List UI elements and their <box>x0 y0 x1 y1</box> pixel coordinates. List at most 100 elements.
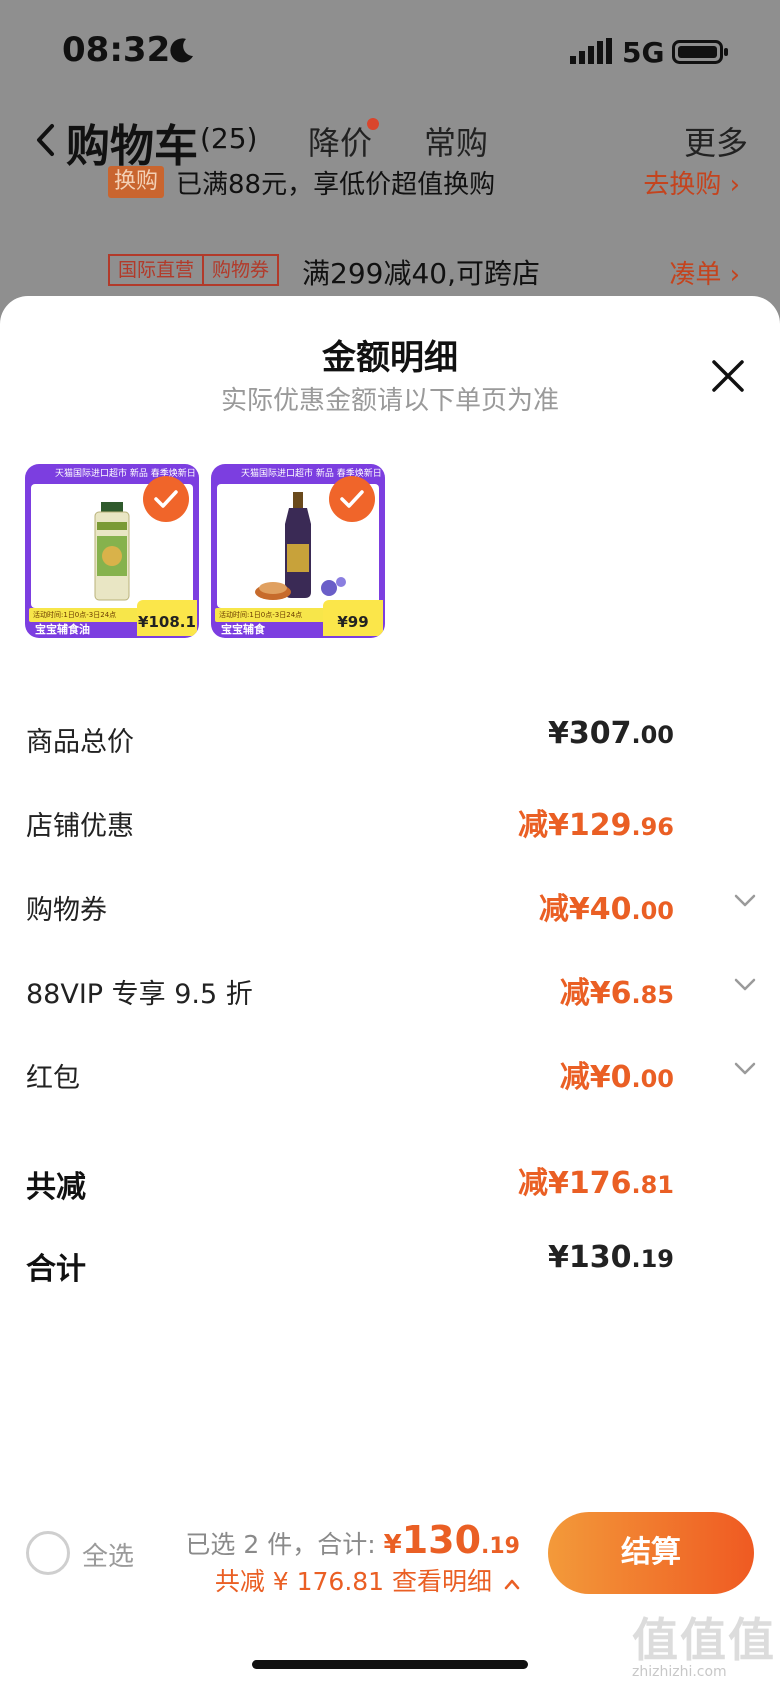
row-value-decimal: .96 <box>631 813 674 841</box>
thumb-footer: 活动时间:1日0点-3日24点 宝宝辅食 ¥99 <box>211 600 385 638</box>
status-time: 08:32 <box>62 30 171 70</box>
more-button[interactable]: 更多 <box>684 118 748 164</box>
amount-detail-sheet: 金额明细 实际优惠金额请以下单页为准 天猫国际进口超市 新品 春季焕新日 活动时… <box>0 296 780 1688</box>
row-value: 减¥6.85 <box>560 968 674 1012</box>
row-value-main: ¥176 <box>547 1166 632 1201</box>
select-all-label[interactable]: 全选 <box>82 1536 134 1573</box>
chip-coupon: 购物券 <box>202 256 277 284</box>
cart-count: (25) <box>200 122 258 155</box>
check-icon <box>340 490 364 508</box>
thumb-promo-time: 活动时间:1日0点-3日24点 <box>215 608 325 622</box>
exchange-promo-row: 换购 已满88元，享低价超值换购 去换购 › <box>0 160 780 206</box>
row-label: 共减 <box>26 1170 86 1205</box>
thumb-promo-time: 活动时间:1日0点-3日24点 <box>29 608 139 622</box>
exchange-link[interactable]: 去换购 › <box>643 164 740 201</box>
sheet-subtitle: 实际优惠金额请以下单页为准 <box>220 386 559 416</box>
back-icon[interactable] <box>34 122 56 158</box>
sheet-title: 金额明细 <box>322 338 458 378</box>
thumb-price: ¥108.1 <box>137 600 197 636</box>
row-value-main: ¥130 <box>547 1240 632 1275</box>
thumb-footer: 活动时间:1日0点-3日24点 宝宝辅食油 ¥108.1 <box>25 600 199 638</box>
tab-price-drop[interactable]: 降价 <box>308 118 372 164</box>
selected-check-badge <box>143 476 189 522</box>
row-value: 减¥40.00 <box>539 884 674 928</box>
row-value-main: ¥129 <box>547 808 632 843</box>
row-value: 减¥176.81 <box>518 1158 674 1202</box>
selected-summary: 已选 2 件，合计: ¥130.19 <box>185 1518 520 1562</box>
row-store-discount: 店铺优惠 减¥129.96 <box>0 798 780 848</box>
discount-summary-text: 共减 ¥ 176.81 查看明细 <box>214 1567 493 1596</box>
row-value: ¥130.19 <box>548 1240 674 1275</box>
exchange-tag: 换购 <box>108 166 165 198</box>
chip-international: 国际直营 <box>118 259 195 281</box>
row-label: 合计 <box>26 1252 86 1287</box>
thumb-price-value: 108.1 <box>148 613 196 631</box>
status-bar: 08:32 5G <box>0 0 780 100</box>
thumb-category: 宝宝辅食油 <box>35 623 90 636</box>
thumb-price-value: 99 <box>347 613 369 631</box>
summary-total-currency: ¥ <box>383 1530 402 1560</box>
chevron-down-icon[interactable] <box>734 1062 756 1076</box>
moon-icon <box>170 38 193 63</box>
row-vip-discount[interactable]: 88VIP 专享 9.5 折 减¥6.85 <box>0 966 780 1016</box>
row-label: 88VIP 专享 9.5 折 <box>26 979 253 1010</box>
row-value-main: ¥6 <box>589 976 632 1011</box>
row-value: 减¥129.96 <box>518 800 674 844</box>
thumb-price-currency: ¥ <box>138 613 149 631</box>
row-value: ¥307.00 <box>548 716 674 751</box>
tab-frequent-buy[interactable]: 常购 <box>424 118 488 164</box>
product-thumbnail[interactable]: 天猫国际进口超市 新品 春季焕新日 活动时间:1日0点-3日24点 宝宝辅食油 … <box>25 464 199 638</box>
notification-dot <box>367 118 379 130</box>
product-thumbnail[interactable]: 天猫国际进口超市 新品 春季焕新日 活动时间:1日0点-3日24点 宝宝辅食 ¥… <box>211 464 385 638</box>
row-value-decimal: .00 <box>631 897 674 925</box>
watermark-logo: 值值值 <box>632 1613 776 1667</box>
row-label: 红包 <box>26 1063 80 1094</box>
home-indicator <box>252 1660 528 1669</box>
row-value-decimal: .00 <box>631 721 674 749</box>
row-shopping-coupon[interactable]: 购物券 减¥40.00 <box>0 882 780 932</box>
check-icon <box>154 490 178 508</box>
network-label: 5G <box>622 36 665 69</box>
row-red-packet[interactable]: 红包 减¥0.00 <box>0 1050 780 1100</box>
exchange-promo-text: 已满88元，享低价超值换购 <box>176 170 496 200</box>
row-value-prefix: 减 <box>559 1060 590 1095</box>
selected-count-text: 已选 2 件，合计: <box>185 1530 384 1559</box>
row-value-decimal: .00 <box>631 1065 674 1093</box>
view-details-toggle[interactable]: 共减 ¥ 176.81 查看明细 <box>215 1562 520 1598</box>
close-icon[interactable] <box>710 358 746 394</box>
chevron-down-icon[interactable] <box>734 894 756 908</box>
row-value-main: ¥307 <box>547 716 632 751</box>
row-value-main: ¥0 <box>589 1060 632 1095</box>
signal-icon <box>570 38 612 64</box>
row-value-decimal: .19 <box>631 1245 674 1273</box>
row-goods-total: 商品总价 ¥307.00 <box>0 714 780 764</box>
summary-total: ¥130.19 <box>384 1518 520 1562</box>
row-grand-total: 合计 ¥130.19 <box>0 1238 780 1288</box>
row-value-decimal: .85 <box>631 981 674 1009</box>
chevron-up-icon <box>504 1579 520 1590</box>
thumb-price-currency: ¥ <box>337 613 348 631</box>
checkout-button[interactable]: 结算 <box>548 1512 754 1594</box>
background-cart-page: 08:32 5G 购物车 (25) 降价 常购 更多 换购 已满88元，享低价超… <box>0 0 780 320</box>
add-on-link[interactable]: 凑单 › <box>669 254 740 291</box>
promo-chips: 国际直营 购物券 <box>108 254 280 286</box>
summary-total-decimal: .19 <box>481 1534 520 1559</box>
coupon-promo-text: 满299减40,可跨店 <box>302 257 540 290</box>
row-value-prefix: 减 <box>559 976 590 1011</box>
row-total-reduction: 共减 减¥176.81 <box>0 1156 780 1206</box>
row-value-prefix: 减 <box>538 892 569 927</box>
battery-icon <box>672 40 728 64</box>
row-label: 购物券 <box>26 895 107 926</box>
watermark: 值值值 zhizhizhi.com <box>628 1604 778 1684</box>
coupon-promo-row: 国际直营 购物券 满299减40,可跨店 凑单 › <box>0 250 780 296</box>
chevron-down-icon[interactable] <box>734 978 756 992</box>
row-label: 商品总价 <box>26 727 134 758</box>
thumb-price: ¥99 <box>323 600 383 636</box>
thumb-category: 宝宝辅食 <box>221 623 265 636</box>
select-all-checkbox[interactable] <box>26 1531 70 1575</box>
watermark-domain: zhizhizhi.com <box>632 1664 727 1680</box>
selected-check-badge <box>329 476 375 522</box>
row-value-decimal: .81 <box>631 1171 674 1199</box>
row-value-prefix: 减 <box>517 1166 548 1201</box>
row-value-main: ¥40 <box>568 892 632 927</box>
